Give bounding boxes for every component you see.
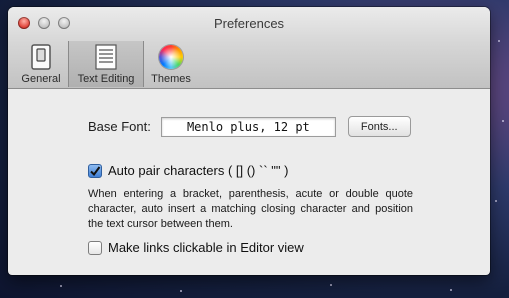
auto-pair-checkbox[interactable] (88, 163, 102, 178)
window-title: Preferences (213, 16, 285, 31)
checkmark-icon (90, 165, 101, 176)
title-bar: Preferences General Text Editing Themes (8, 7, 490, 89)
base-font-row: Base Font: Menlo plus, 12 pt Fonts... (88, 116, 411, 137)
switch-icon (28, 44, 54, 70)
document-lines-icon (93, 44, 119, 70)
auto-pair-label[interactable]: Auto pair characters ( [] () `` "" ) (108, 163, 288, 178)
tab-general-label: General (21, 73, 61, 85)
auto-pair-row: Auto pair characters ( [] () `` "" ) (88, 163, 288, 178)
tab-general[interactable]: General (14, 41, 68, 87)
tab-text-editing-label: Text Editing (77, 73, 135, 85)
fonts-button[interactable]: Fonts... (347, 116, 411, 137)
clickable-links-label[interactable]: Make links clickable in Editor view (108, 240, 304, 255)
tab-text-editing[interactable]: Text Editing (68, 41, 144, 87)
preferences-window: Preferences General Text Editing Themes … (8, 7, 490, 275)
links-row: Make links clickable in Editor view (88, 240, 304, 255)
preferences-toolbar: General Text Editing Themes (14, 41, 198, 87)
base-font-field[interactable]: Menlo plus, 12 pt (160, 116, 336, 137)
color-wheel-icon (158, 44, 184, 70)
tab-themes-label: Themes (151, 73, 191, 85)
text-editing-pane: Base Font: Menlo plus, 12 pt Fonts... Au… (8, 89, 490, 275)
tab-themes[interactable]: Themes (144, 41, 198, 87)
clickable-links-checkbox[interactable] (88, 240, 102, 255)
base-font-label: Base Font: (88, 119, 151, 134)
auto-pair-description: When entering a bracket, parenthesis, ac… (88, 188, 413, 230)
